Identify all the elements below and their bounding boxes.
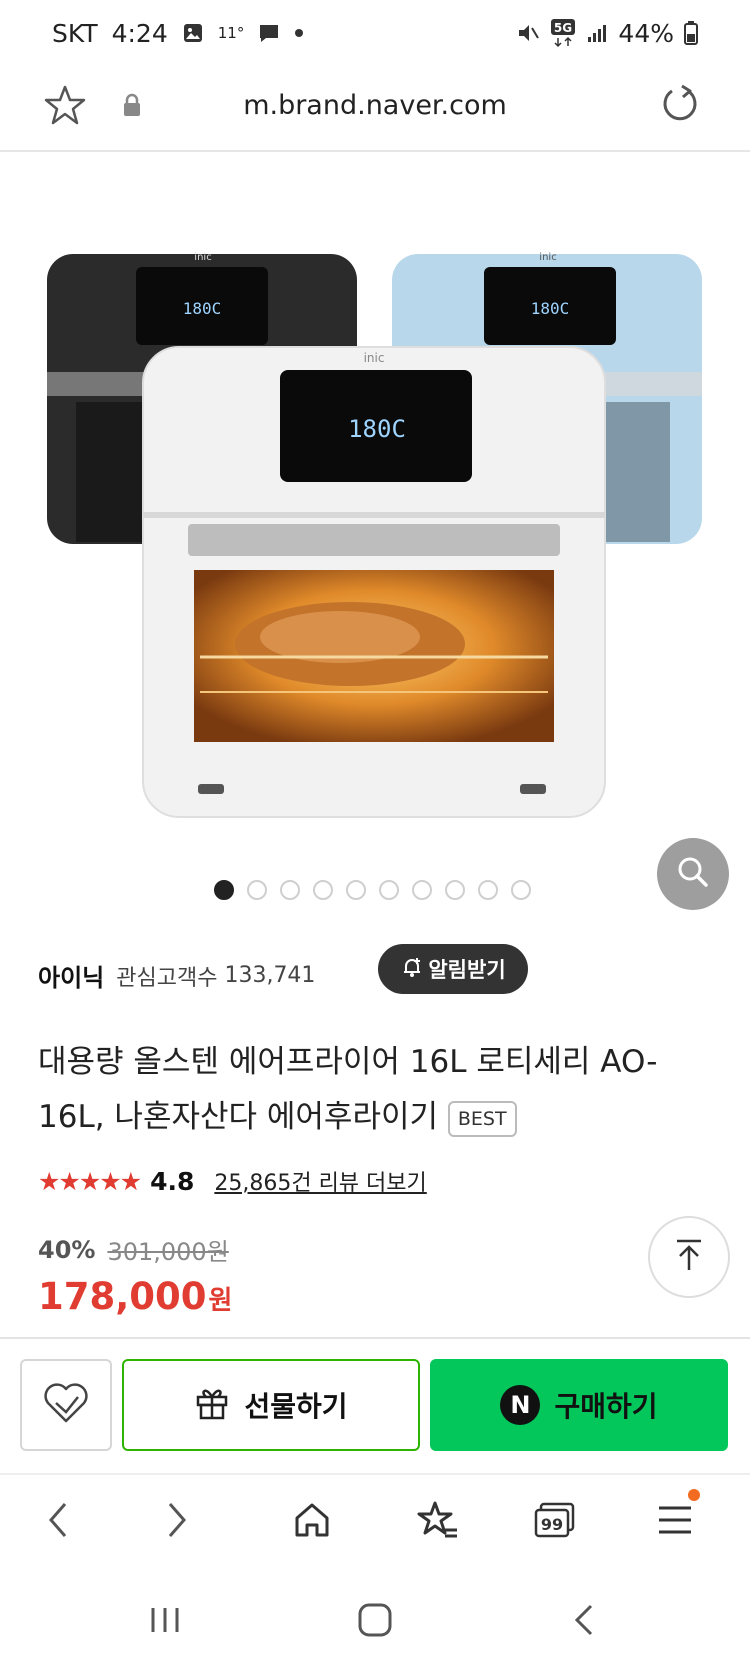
carousel-dot[interactable] — [379, 880, 399, 900]
reload-icon[interactable] — [658, 83, 702, 131]
original-price: 301,000원 — [107, 1238, 229, 1266]
clock: 4:24 — [111, 18, 168, 48]
carousel-dot[interactable] — [313, 880, 333, 900]
original-price-row: 40% 301,000원 — [38, 1232, 229, 1267]
svg-text:inic: inic — [539, 252, 556, 263]
fans-count: 133,741 — [224, 963, 316, 988]
svg-text:inic: inic — [364, 351, 385, 365]
battery-icon — [684, 21, 698, 45]
carousel-dot[interactable] — [346, 880, 366, 900]
message-icon — [258, 22, 280, 44]
scroll-top-button[interactable] — [648, 1216, 730, 1298]
alarm-label: 알림받기 — [428, 958, 506, 982]
image-zoom-button[interactable] — [657, 838, 729, 910]
temperature: 11° — [217, 24, 245, 42]
best-badge: BEST — [447, 1100, 517, 1137]
carousel-dot[interactable] — [412, 880, 432, 900]
alarm-button[interactable]: 알림받기 — [378, 944, 528, 994]
product-title-text: 대용량 올스텐 에어프라이어 16L 로티세리 AO-16L, 나혼자산다 에어… — [38, 1044, 658, 1135]
product-title: 대용량 올스텐 에어프라이어 16L 로티세리 AO-16L, 나혼자산다 에어… — [38, 1035, 718, 1145]
forward-icon[interactable] — [152, 1495, 202, 1545]
wishlist-button[interactable] — [20, 1359, 112, 1451]
carrier: SKT — [52, 18, 98, 48]
system-navigation-bar — [0, 1565, 750, 1667]
sale-price-unit: 원 — [208, 1286, 233, 1316]
product-image-carousel[interactable]: 180C inic 180C inic 180C inic — [0, 152, 750, 912]
menu-icon[interactable] — [650, 1489, 700, 1545]
system-home-icon[interactable] — [350, 1595, 400, 1645]
tabs-icon[interactable]: 99 — [530, 1495, 580, 1545]
address-bar: m.brand.naver.com — [0, 66, 750, 152]
carousel-dot[interactable] — [445, 880, 465, 900]
gift-icon — [194, 1384, 230, 1427]
gift-label: 선물하기 — [244, 1390, 348, 1423]
notification-dot — [688, 1489, 700, 1501]
search-icon — [676, 855, 710, 893]
carousel-dot[interactable] — [214, 880, 234, 900]
home-icon[interactable] — [287, 1495, 337, 1545]
white-display: 180C — [348, 415, 406, 443]
naver-pay-icon: N — [500, 1385, 541, 1425]
rating-score: 4.8 — [150, 1166, 195, 1196]
back-icon[interactable] — [33, 1495, 83, 1545]
status-bar: SKT 4:24 11° 5G 44% — [0, 0, 750, 66]
arrow-up-icon — [671, 1237, 707, 1277]
network-icon: 5G — [550, 18, 576, 48]
rating-row: ★★★★★ 4.8 25,865건 리뷰 더보기 — [38, 1165, 427, 1197]
gift-button[interactable]: 선물하기 — [122, 1359, 420, 1451]
carousel-dot[interactable] — [478, 880, 498, 900]
reviews-link[interactable]: 25,865건 리뷰 더보기 — [214, 1165, 426, 1197]
signal-icon — [586, 22, 608, 44]
black-display: 180C — [183, 299, 222, 318]
purchase-bar: 선물하기 N 구매하기 — [0, 1337, 750, 1473]
battery-percent: 44% — [618, 18, 674, 48]
discount-rate: 40% — [38, 1235, 96, 1264]
sale-price: 178,000원 — [38, 1275, 232, 1318]
tabs-count: 99 — [541, 1515, 563, 1534]
url-text[interactable]: m.brand.naver.com — [0, 90, 750, 121]
carousel-dot[interactable] — [247, 880, 267, 900]
screen: SKT 4:24 11° 5G 44% m.brand.naver.com 18… — [0, 0, 750, 1667]
carousel-dot[interactable] — [280, 880, 300, 900]
buy-button[interactable]: N 구매하기 — [430, 1359, 728, 1451]
dot-icon — [294, 28, 304, 38]
white-air-fryer: 180C inic — [142, 346, 606, 818]
system-back-icon[interactable] — [560, 1595, 610, 1645]
browser-toolbar: 99 — [0, 1473, 750, 1565]
bell-plus-icon — [400, 955, 424, 984]
carousel-dot[interactable] — [511, 880, 531, 900]
recents-icon[interactable] — [140, 1595, 190, 1645]
mute-icon — [516, 21, 540, 45]
heart-check-icon — [42, 1381, 90, 1429]
bookmarks-icon[interactable] — [412, 1495, 462, 1545]
fans-label: 관심고객수 — [116, 965, 218, 991]
brand-row: 아이닉 관심고객수 133,741 알림받기 — [38, 944, 528, 994]
gallery-icon — [182, 22, 204, 44]
svg-text:inic: inic — [194, 252, 211, 263]
blue-display: 180C — [531, 299, 570, 318]
carousel-indicator — [214, 880, 531, 900]
sale-price-value: 178,000 — [38, 1275, 207, 1318]
rating-stars: ★★★★★ — [38, 1166, 142, 1196]
product-image: 180C inic 180C inic 180C inic — [47, 252, 702, 818]
brand-name[interactable]: 아이닉 — [38, 958, 104, 993]
buy-label: 구매하기 — [554, 1390, 658, 1423]
network-label: 5G — [554, 21, 572, 35]
